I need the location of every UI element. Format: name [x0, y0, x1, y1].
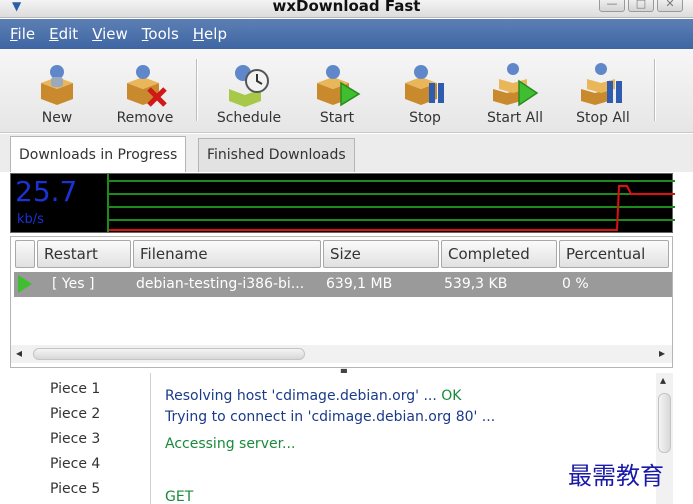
- cell-size: 639,1 MB: [326, 276, 393, 292]
- start-all-icon: [491, 59, 539, 107]
- stop-all-button[interactable]: Stop All: [560, 53, 646, 129]
- column-header-restart[interactable]: Restart: [37, 240, 131, 268]
- list-item[interactable]: Piece 4: [50, 456, 100, 472]
- stop-all-icon: [579, 59, 627, 107]
- toolbar-separator: [196, 59, 198, 121]
- start-all-label: Start All: [486, 110, 543, 126]
- menu-view[interactable]: View: [92, 25, 128, 43]
- menu-edit[interactable]: Edit: [49, 25, 78, 43]
- scroll-up-icon[interactable]: ▴: [660, 373, 666, 387]
- remove-download-icon: [121, 59, 169, 107]
- downloads-list: Restart Filename Size Completed Percentu…: [10, 236, 673, 368]
- start-label: Start: [319, 110, 355, 126]
- start-all-button[interactable]: Start All: [472, 53, 558, 129]
- schedule-label: Schedule: [216, 110, 282, 126]
- menu-tools[interactable]: Tools: [142, 25, 179, 43]
- menu-help[interactable]: Help: [193, 25, 227, 43]
- list-item[interactable]: Piece 1: [50, 381, 100, 397]
- new-label: New: [41, 110, 73, 126]
- cell-completed: 539,3 KB: [444, 276, 508, 292]
- speed-graph-plot: [107, 174, 675, 232]
- cell-percentual: 0 %: [562, 276, 589, 292]
- maximize-button[interactable]: □: [628, 0, 654, 12]
- cell-restart: [ Yes ]: [52, 276, 95, 292]
- tab-finished-downloads[interactable]: Finished Downloads: [198, 138, 355, 172]
- column-header-status[interactable]: [15, 240, 35, 268]
- schedule-button[interactable]: Schedule: [206, 53, 292, 129]
- toolbar: New Remove Schedule Start Stop Start All…: [0, 49, 693, 133]
- speed-unit: kb/s: [17, 212, 44, 227]
- log-line: GET: [165, 489, 194, 504]
- horizontal-scrollbar[interactable]: ◂ ▸: [11, 345, 672, 363]
- column-header-completed[interactable]: Completed: [441, 240, 557, 268]
- stop-label: Stop: [409, 110, 441, 126]
- stop-all-label: Stop All: [576, 110, 630, 126]
- toolbar-separator: [654, 59, 656, 121]
- watermark: 最需教育: [568, 462, 664, 490]
- tab-bar: Downloads in Progress Finished Downloads: [0, 134, 693, 172]
- close-button[interactable]: ✕: [657, 0, 683, 12]
- new-button[interactable]: New: [14, 53, 100, 129]
- title-bar: ▼ wxDownload Fast — □ ✕: [0, 0, 693, 18]
- cell-filename: debian-testing-i386-bi...: [136, 276, 305, 292]
- menu-bar: File Edit View Tools Help: [0, 19, 693, 49]
- log-line: Resolving host 'cdimage.debian.org' ... …: [165, 388, 462, 404]
- table-row[interactable]: [ Yes ] debian-testing-i386-bi... 639,1 …: [14, 272, 672, 297]
- pieces-list: Piece 1 Piece 2 Piece 3 Piece 4 Piece 5: [10, 373, 150, 504]
- list-item[interactable]: Piece 2: [50, 406, 100, 422]
- list-item[interactable]: Piece 3: [50, 431, 100, 447]
- remove-label: Remove: [116, 110, 174, 126]
- schedule-clock-icon: [225, 59, 273, 107]
- play-icon: [18, 275, 32, 293]
- speed-value: 25.7: [15, 175, 78, 208]
- scroll-left-icon[interactable]: ◂: [16, 346, 22, 360]
- remove-button[interactable]: Remove: [102, 53, 188, 129]
- scrollbar-thumb[interactable]: [33, 348, 305, 360]
- column-header-filename[interactable]: Filename: [133, 240, 321, 268]
- log-line: Trying to connect in 'cdimage.debian.org…: [165, 409, 496, 425]
- column-header-size[interactable]: Size: [323, 240, 439, 268]
- scrollbar-thumb[interactable]: [658, 393, 671, 453]
- stop-pause-icon: [401, 59, 449, 107]
- start-play-icon: [313, 59, 361, 107]
- stop-button[interactable]: Stop: [382, 53, 468, 129]
- tab-downloads-in-progress[interactable]: Downloads in Progress: [10, 136, 187, 172]
- menu-file[interactable]: File: [10, 25, 35, 43]
- speed-graph: 25.7 kb/s: [10, 173, 675, 233]
- window-title: wxDownload Fast: [272, 0, 421, 15]
- start-button[interactable]: Start: [294, 53, 380, 129]
- log-line: Accessing server...: [165, 436, 296, 452]
- minimize-button[interactable]: —: [599, 0, 625, 12]
- scroll-right-icon[interactable]: ▸: [659, 346, 665, 360]
- column-header-percentual[interactable]: Percentual: [559, 240, 669, 268]
- list-item[interactable]: Piece 5: [50, 481, 100, 497]
- new-download-icon: [33, 59, 81, 107]
